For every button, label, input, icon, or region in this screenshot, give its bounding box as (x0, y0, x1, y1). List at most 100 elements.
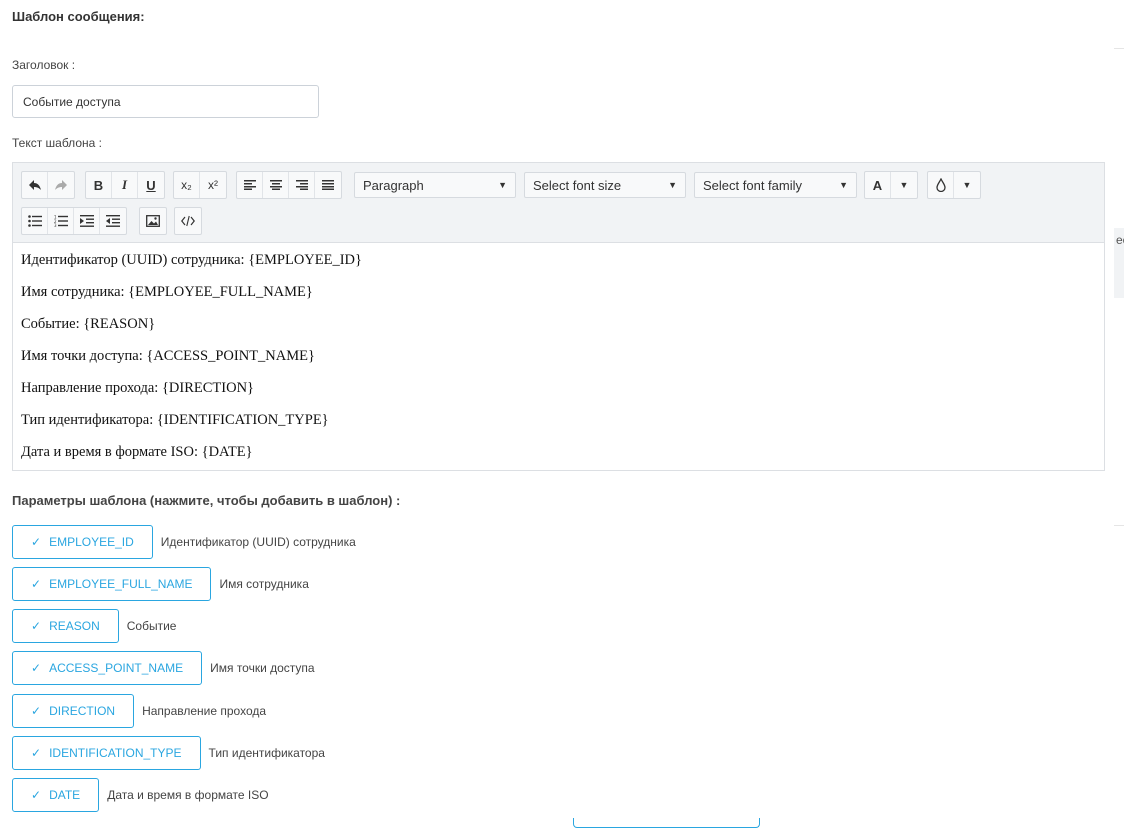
param-row: ✓ EMPLOYEE_ID Идентификатор (UUID) сотру… (12, 525, 356, 559)
caret-down-icon: ▼ (498, 180, 507, 190)
bullet-list-icon (27, 215, 42, 227)
font-size-select-value: Select font size (533, 177, 622, 193)
background-color-button[interactable] (928, 172, 954, 198)
drop-icon (935, 178, 946, 192)
param-button-employee-id[interactable]: ✓ EMPLOYEE_ID (12, 525, 153, 559)
editor-line: Событие: {REASON} (21, 316, 156, 332)
paragraph-select-value: Paragraph (363, 177, 424, 193)
caret-down-icon: ▼ (899, 180, 909, 190)
align-right-icon (295, 180, 308, 190)
editor-line: Имя точки доступа: {ACCESS_POINT_NAME} (21, 348, 315, 364)
param-label: REASON (49, 619, 100, 633)
editor-toolbar: B I U x₂ x² Paragraph ▼ Select font size… (13, 163, 1104, 243)
title-input[interactable] (12, 85, 319, 118)
image-group (139, 207, 167, 235)
outdent-button[interactable] (100, 208, 126, 234)
numbered-list-button[interactable]: 123 (48, 208, 74, 234)
italic-button[interactable]: I (112, 172, 138, 198)
code-view-button[interactable] (175, 208, 201, 234)
param-row: ✓ DIRECTION Направление прохода (12, 694, 266, 728)
paragraph-select[interactable]: Paragraph ▼ (354, 172, 516, 198)
text-color-group: A ▼ (864, 171, 918, 199)
param-button-access-point-name[interactable]: ✓ ACCESS_POINT_NAME (12, 651, 203, 685)
indent-button[interactable] (74, 208, 100, 234)
param-description: Имя точки доступа (210, 661, 315, 675)
align-justify-button[interactable] (315, 172, 341, 198)
param-button-identification-type[interactable]: ✓ IDENTIFICATION_TYPE (12, 736, 201, 770)
redo-button[interactable] (48, 172, 74, 198)
check-icon: ✓ (31, 661, 42, 675)
divider (1114, 48, 1124, 49)
background-color-dropdown[interactable]: ▼ (954, 172, 980, 198)
params-title: Параметры шаблона (нажмите, чтобы добави… (12, 493, 401, 508)
param-description: Направление прохода (142, 704, 267, 718)
alignment-group (236, 171, 342, 199)
check-icon: ✓ (31, 619, 42, 633)
align-justify-icon (322, 180, 334, 190)
editor-line: Идентификатор (UUID) сотрудника: {EMPLOY… (21, 252, 362, 268)
editor-content[interactable]: Идентификатор (UUID) сотрудника: {EMPLOY… (13, 244, 1104, 470)
param-row: ✓ EMPLOYEE_FULL_NAME Имя сотрудника (12, 567, 309, 601)
param-label: ACCESS_POINT_NAME (49, 661, 184, 675)
subscript-button[interactable]: x₂ (174, 172, 200, 198)
caret-down-icon: ▼ (668, 180, 677, 190)
undo-button[interactable] (22, 172, 48, 198)
caret-down-icon: ▼ (839, 180, 848, 190)
param-description: Дата и время в формате ISO (107, 788, 269, 802)
outdent-icon (106, 215, 120, 227)
param-label: EMPLOYEE_ID (49, 535, 134, 549)
background-color-group: ▼ (927, 171, 981, 199)
param-description: Событие (126, 619, 177, 633)
rich-text-editor: B I U x₂ x² Paragraph ▼ Select font size… (12, 162, 1105, 471)
inline-style-group: B I U (85, 171, 165, 199)
svg-text:3: 3 (54, 223, 57, 227)
param-row: ✓ DATE Дата и время в формате ISO (12, 778, 269, 812)
text-color-dropdown[interactable]: ▼ (891, 172, 917, 198)
param-row: ✓ ACCESS_POINT_NAME Имя точки доступа (12, 651, 315, 685)
editor-line: Направление прохода: {DIRECTION} (21, 380, 255, 396)
param-button-direction[interactable]: ✓ DIRECTION (12, 694, 135, 728)
check-icon: ✓ (31, 577, 42, 591)
superscript-button[interactable]: x² (200, 172, 226, 198)
check-icon: ✓ (31, 746, 42, 760)
editor-line: Имя сотрудника: {EMPLOYEE_FULL_NAME} (21, 284, 313, 300)
param-row: ✓ REASON Событие (12, 609, 176, 643)
insert-image-button[interactable] (140, 208, 166, 234)
param-description: Тип идентификатора (208, 746, 325, 760)
underline-button[interactable]: U (138, 172, 164, 198)
template-body-label: Текст шаблона : (12, 136, 102, 150)
editor-line: Дата и время в формате ISO: {DATE} (21, 444, 253, 460)
param-button-reason[interactable]: ✓ REASON (12, 609, 119, 643)
align-right-button[interactable] (289, 172, 315, 198)
check-icon: ✓ (31, 788, 42, 802)
editor-line: Тип идентификатора: {IDENTIFICATION_TYPE… (21, 412, 329, 428)
align-left-icon (243, 180, 256, 190)
check-icon: ✓ (31, 535, 42, 549)
param-label: IDENTIFICATION_TYPE (49, 746, 182, 760)
param-button-employee-full-name[interactable]: ✓ EMPLOYEE_FULL_NAME (12, 567, 212, 601)
bullet-list-button[interactable] (22, 208, 48, 234)
caret-down-icon: ▼ (962, 180, 972, 190)
font-size-select[interactable]: Select font size ▼ (524, 172, 686, 198)
font-family-select[interactable]: Select font family ▼ (694, 172, 857, 198)
align-center-button[interactable] (263, 172, 289, 198)
text-color-button[interactable]: A (865, 172, 891, 198)
partially-visible-button[interactable] (573, 818, 760, 828)
history-group (21, 171, 75, 199)
indent-icon (79, 215, 94, 227)
align-center-icon (269, 180, 282, 190)
check-icon: ✓ (31, 704, 42, 718)
section-title: Шаблон сообщения: (12, 9, 145, 24)
script-group: x₂ x² (173, 171, 227, 199)
code-group (174, 207, 202, 235)
param-description: Имя сотрудника (219, 577, 309, 591)
param-row: ✓ IDENTIFICATION_TYPE Тип идентификатора (12, 736, 325, 770)
list-indent-group: 123 (21, 207, 127, 235)
bold-button[interactable]: B (86, 172, 112, 198)
align-left-button[interactable] (237, 172, 263, 198)
param-label: EMPLOYEE_FULL_NAME (49, 577, 193, 591)
param-label: DIRECTION (49, 704, 116, 718)
code-icon (181, 215, 195, 227)
side-panel-text: ec (1116, 233, 1124, 247)
param-button-date[interactable]: ✓ DATE (12, 778, 100, 812)
